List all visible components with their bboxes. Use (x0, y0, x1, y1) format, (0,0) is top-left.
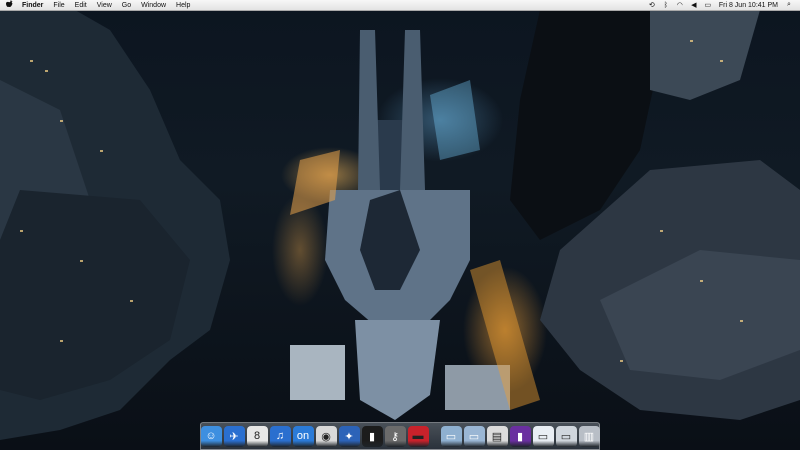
itunes-icon[interactable]: ♫ (269, 425, 291, 447)
downloads-stack-icon[interactable]: ▭ (532, 425, 554, 447)
menubar-clock[interactable]: Fri 8 Jun 10:41 PM (715, 2, 782, 9)
terminal-icon[interactable]: ▮ (361, 425, 383, 447)
city-night-illustration (0, 10, 800, 440)
bluetooth-icon[interactable]: ᛒ (661, 1, 671, 10)
chrome-icon[interactable]: ◉ (315, 425, 337, 447)
network-stack-icon[interactable]: ▭ (555, 425, 577, 447)
menu-help[interactable]: Help (171, 0, 195, 11)
finder-icon[interactable]: ☺ (200, 425, 222, 447)
bird-app-icon[interactable]: ✦ (338, 425, 360, 447)
dock-folders: ▭ ▭ ▤ ▮ ▭ ▭ ▥ (440, 425, 601, 447)
documents-folder-icon[interactable]: ▭ (463, 425, 485, 447)
battery-icon[interactable]: ▭ (703, 1, 713, 10)
app-store-icon[interactable]: on (292, 425, 314, 447)
menu-finder[interactable]: Finder (17, 0, 48, 11)
status-area: ⟲ ᛒ ◠ ◀ ▭ Fri 8 Jun 10:41 PM ⌕ (645, 0, 800, 11)
key-utility-icon[interactable]: ⚷ (384, 425, 406, 447)
desktop-wallpaper (0, 0, 800, 450)
apple-menu-icon[interactable] (3, 0, 17, 11)
menu-view[interactable]: View (92, 0, 117, 11)
applications-folder-icon[interactable]: ▭ (440, 425, 462, 447)
trash-icon[interactable]: ▥ (578, 425, 600, 447)
menu-edit[interactable]: Edit (70, 0, 92, 11)
menu-bar: Finder File Edit View Go Window Help ⟲ ᛒ… (0, 0, 800, 11)
time-machine-icon[interactable]: ⟲ (647, 1, 657, 10)
menu-file[interactable]: File (48, 0, 69, 11)
wifi-icon[interactable]: ◠ (675, 1, 685, 10)
menu-window[interactable]: Window (136, 0, 171, 11)
dock-apps: ☺ ✈ 8 ♫ on ◉ ✦ ▮ ⚷ ▬ (200, 425, 430, 447)
screenshot-stack-icon[interactable]: ▤ (486, 425, 508, 447)
dock: ☺ ✈ 8 ♫ on ◉ ✦ ▮ ⚷ ▬ ▭ ▭ ▤ ▮ ▭ ▭ ▥ (200, 422, 600, 450)
spotlight-icon[interactable]: ⌕ (784, 1, 794, 10)
volume-icon[interactable]: ◀ (689, 1, 699, 10)
flashcard-app-icon[interactable]: ▬ (407, 425, 429, 447)
menu-go[interactable]: Go (117, 0, 136, 11)
mail-icon[interactable]: ✈ (223, 425, 245, 447)
purple-stack-icon[interactable]: ▮ (509, 425, 531, 447)
calendar-icon[interactable]: 8 (246, 425, 268, 447)
